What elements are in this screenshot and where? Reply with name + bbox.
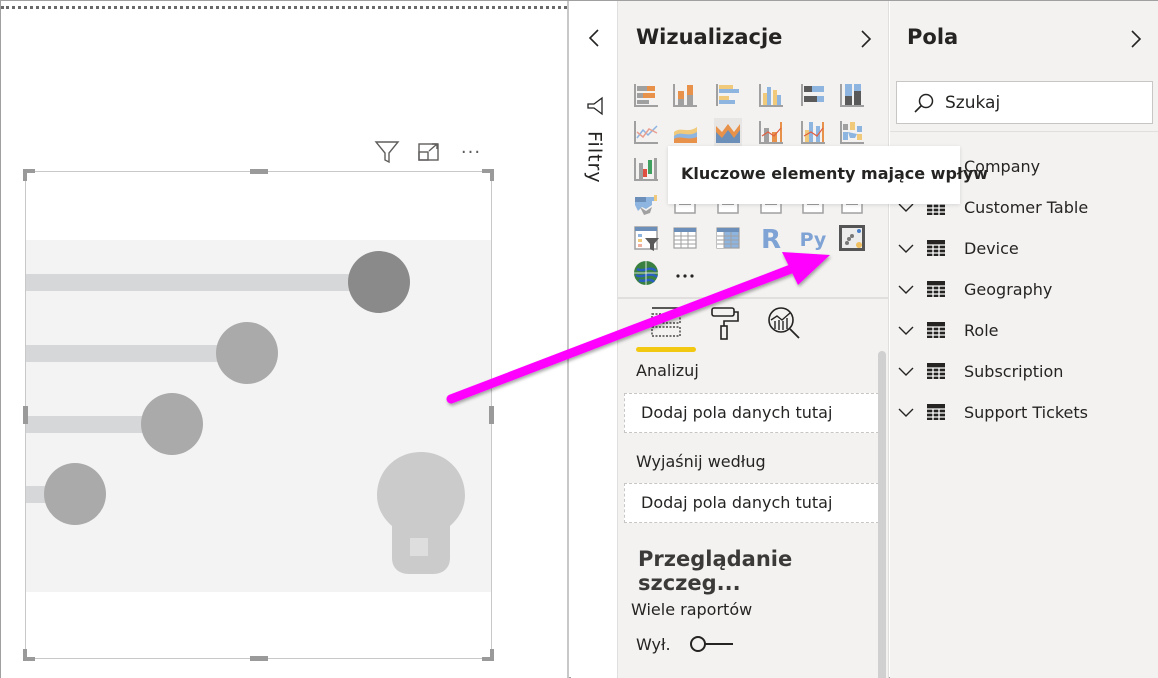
table-icon: [927, 363, 945, 379]
area-chart-icon[interactable]: [671, 118, 699, 146]
divider: [890, 131, 1158, 132]
resize-handle-left[interactable]: [23, 406, 28, 424]
page-boundary: [1, 6, 567, 9]
explain-by-well[interactable]: Dodaj pola danych tutaj: [624, 483, 879, 523]
visual-header: ···: [373, 139, 493, 165]
visualizations-pane: Wizualizacje R Py Analizuj Dodaj pola dan…: [618, 1, 889, 678]
influencer-dot: [44, 463, 106, 525]
lightbulb-icon: [377, 452, 465, 574]
fields-pane: Pola Szukaj Company Customer Table Device G…: [890, 1, 1158, 678]
ribbon-chart-icon[interactable]: [838, 118, 866, 146]
field-table-name: Customer Table: [964, 197, 1089, 217]
power-bi-report-editor: ··· Filtry Wizualizacje R Py Analizuj Do…: [0, 0, 1158, 678]
line-chart-icon[interactable]: [632, 118, 660, 146]
svg-text:R: R: [761, 225, 781, 252]
chevron-left-icon[interactable]: [587, 28, 601, 48]
line-and-clustered-column-chart-icon[interactable]: [799, 118, 827, 146]
arcgis-map-icon[interactable]: [632, 259, 660, 287]
analyze-well[interactable]: Dodaj pola danych tutaj: [624, 393, 879, 433]
field-table-item[interactable]: Role: [896, 315, 998, 345]
visual-tooltip: Kluczowe elementy mające wpływ: [668, 146, 988, 204]
chevron-down-icon[interactable]: [896, 279, 916, 299]
field-table-item[interactable]: Subscription: [896, 356, 1063, 386]
scrollbar[interactable]: [878, 351, 886, 678]
cross-report-toggle-row: Wył.: [636, 634, 735, 654]
search-icon: [914, 93, 934, 113]
table-icon: [927, 404, 945, 420]
clustered-column-chart-icon[interactable]: [757, 81, 785, 109]
waterfall-chart-icon[interactable]: [632, 155, 660, 183]
drillthrough-title: Przeglądanie szczeg...: [638, 547, 793, 595]
field-table-name: Subscription: [964, 361, 1064, 381]
table-icon: [927, 281, 945, 297]
divider: [618, 297, 889, 299]
resize-handle-tl-v[interactable]: [23, 169, 27, 181]
influencer-bar: [26, 345, 248, 362]
100-stacked-column-chart-icon[interactable]: [838, 81, 866, 109]
explain-by-label: Wyjaśnij według: [636, 452, 766, 471]
analyze-label: Analizuj: [636, 361, 699, 380]
toggle-state-label: Wył.: [636, 634, 671, 654]
chevron-right-icon[interactable]: [1126, 27, 1146, 51]
format-tab[interactable]: [708, 305, 744, 341]
cross-report-label: Wiele raportów: [631, 600, 753, 619]
field-table-name: Support Tickets: [964, 402, 1089, 422]
clustered-bar-chart-icon[interactable]: [714, 81, 742, 109]
r-script-visual-icon[interactable]: R: [757, 224, 785, 252]
field-table-item[interactable]: Device: [896, 233, 1019, 263]
slicer-icon[interactable]: [632, 224, 660, 252]
influencer-dot: [348, 251, 410, 313]
stacked-area-chart-icon[interactable]: [714, 118, 742, 146]
resize-handle-right[interactable]: [489, 406, 494, 424]
search-input[interactable]: Szukaj: [896, 81, 1153, 124]
field-table-name: Device: [964, 238, 1019, 258]
fields-title: Pola: [907, 25, 959, 49]
filters-label[interactable]: Filtry: [571, 131, 618, 184]
100-stacked-bar-chart-icon[interactable]: [799, 81, 827, 109]
influencer-dot: [141, 393, 203, 455]
influencer-dot: [216, 322, 278, 384]
more-visuals-icon[interactable]: [671, 259, 699, 287]
table-icon: [927, 322, 945, 338]
visualizations-title: Wizualizacje: [636, 25, 783, 49]
stacked-column-chart-icon[interactable]: [671, 81, 699, 109]
field-table-name: Geography: [964, 279, 1053, 299]
resize-handle-top[interactable]: [250, 169, 268, 174]
filter-icon: [587, 96, 603, 116]
filter-icon[interactable]: [373, 139, 401, 165]
resize-handle-br-v[interactable]: [490, 649, 494, 661]
cross-report-toggle[interactable]: [689, 634, 735, 654]
key-influencers-icon[interactable]: [838, 224, 866, 252]
report-canvas[interactable]: ···: [1, 1, 569, 678]
filled-map-icon[interactable]: [632, 191, 660, 219]
analytics-tab[interactable]: [766, 305, 802, 341]
table-icon[interactable]: [671, 224, 699, 252]
stacked-bar-chart-icon[interactable]: [632, 81, 660, 109]
resize-handle-tr-v[interactable]: [490, 169, 494, 181]
chevron-right-icon[interactable]: [856, 27, 876, 51]
resize-handle-bl-v[interactable]: [23, 649, 27, 661]
field-table-item[interactable]: Support Tickets: [896, 397, 1088, 427]
svg-text:Py: Py: [800, 229, 827, 251]
more-options-icon[interactable]: ···: [457, 139, 485, 165]
line-and-stacked-column-chart-icon[interactable]: [757, 118, 785, 146]
matrix-icon[interactable]: [714, 224, 742, 252]
chevron-down-icon[interactable]: [896, 402, 916, 422]
influencer-bar: [26, 274, 380, 291]
fields-tab[interactable]: [648, 305, 684, 341]
chevron-down-icon[interactable]: [896, 238, 916, 258]
focus-mode-icon[interactable]: [415, 139, 443, 165]
field-table-name: Role: [964, 320, 999, 340]
active-tab-indicator: [636, 347, 696, 352]
filters-pane-collapsed[interactable]: Filtry: [571, 1, 618, 678]
table-icon: [927, 240, 945, 256]
resize-handle-bottom[interactable]: [250, 656, 268, 661]
chevron-down-icon[interactable]: [896, 361, 916, 381]
chevron-down-icon[interactable]: [896, 320, 916, 340]
search-placeholder: Szukaj: [945, 92, 1001, 113]
key-influencers-visual[interactable]: [23, 169, 494, 661]
field-table-item[interactable]: Geography: [896, 274, 1052, 304]
python-visual-icon[interactable]: Py: [799, 224, 827, 252]
